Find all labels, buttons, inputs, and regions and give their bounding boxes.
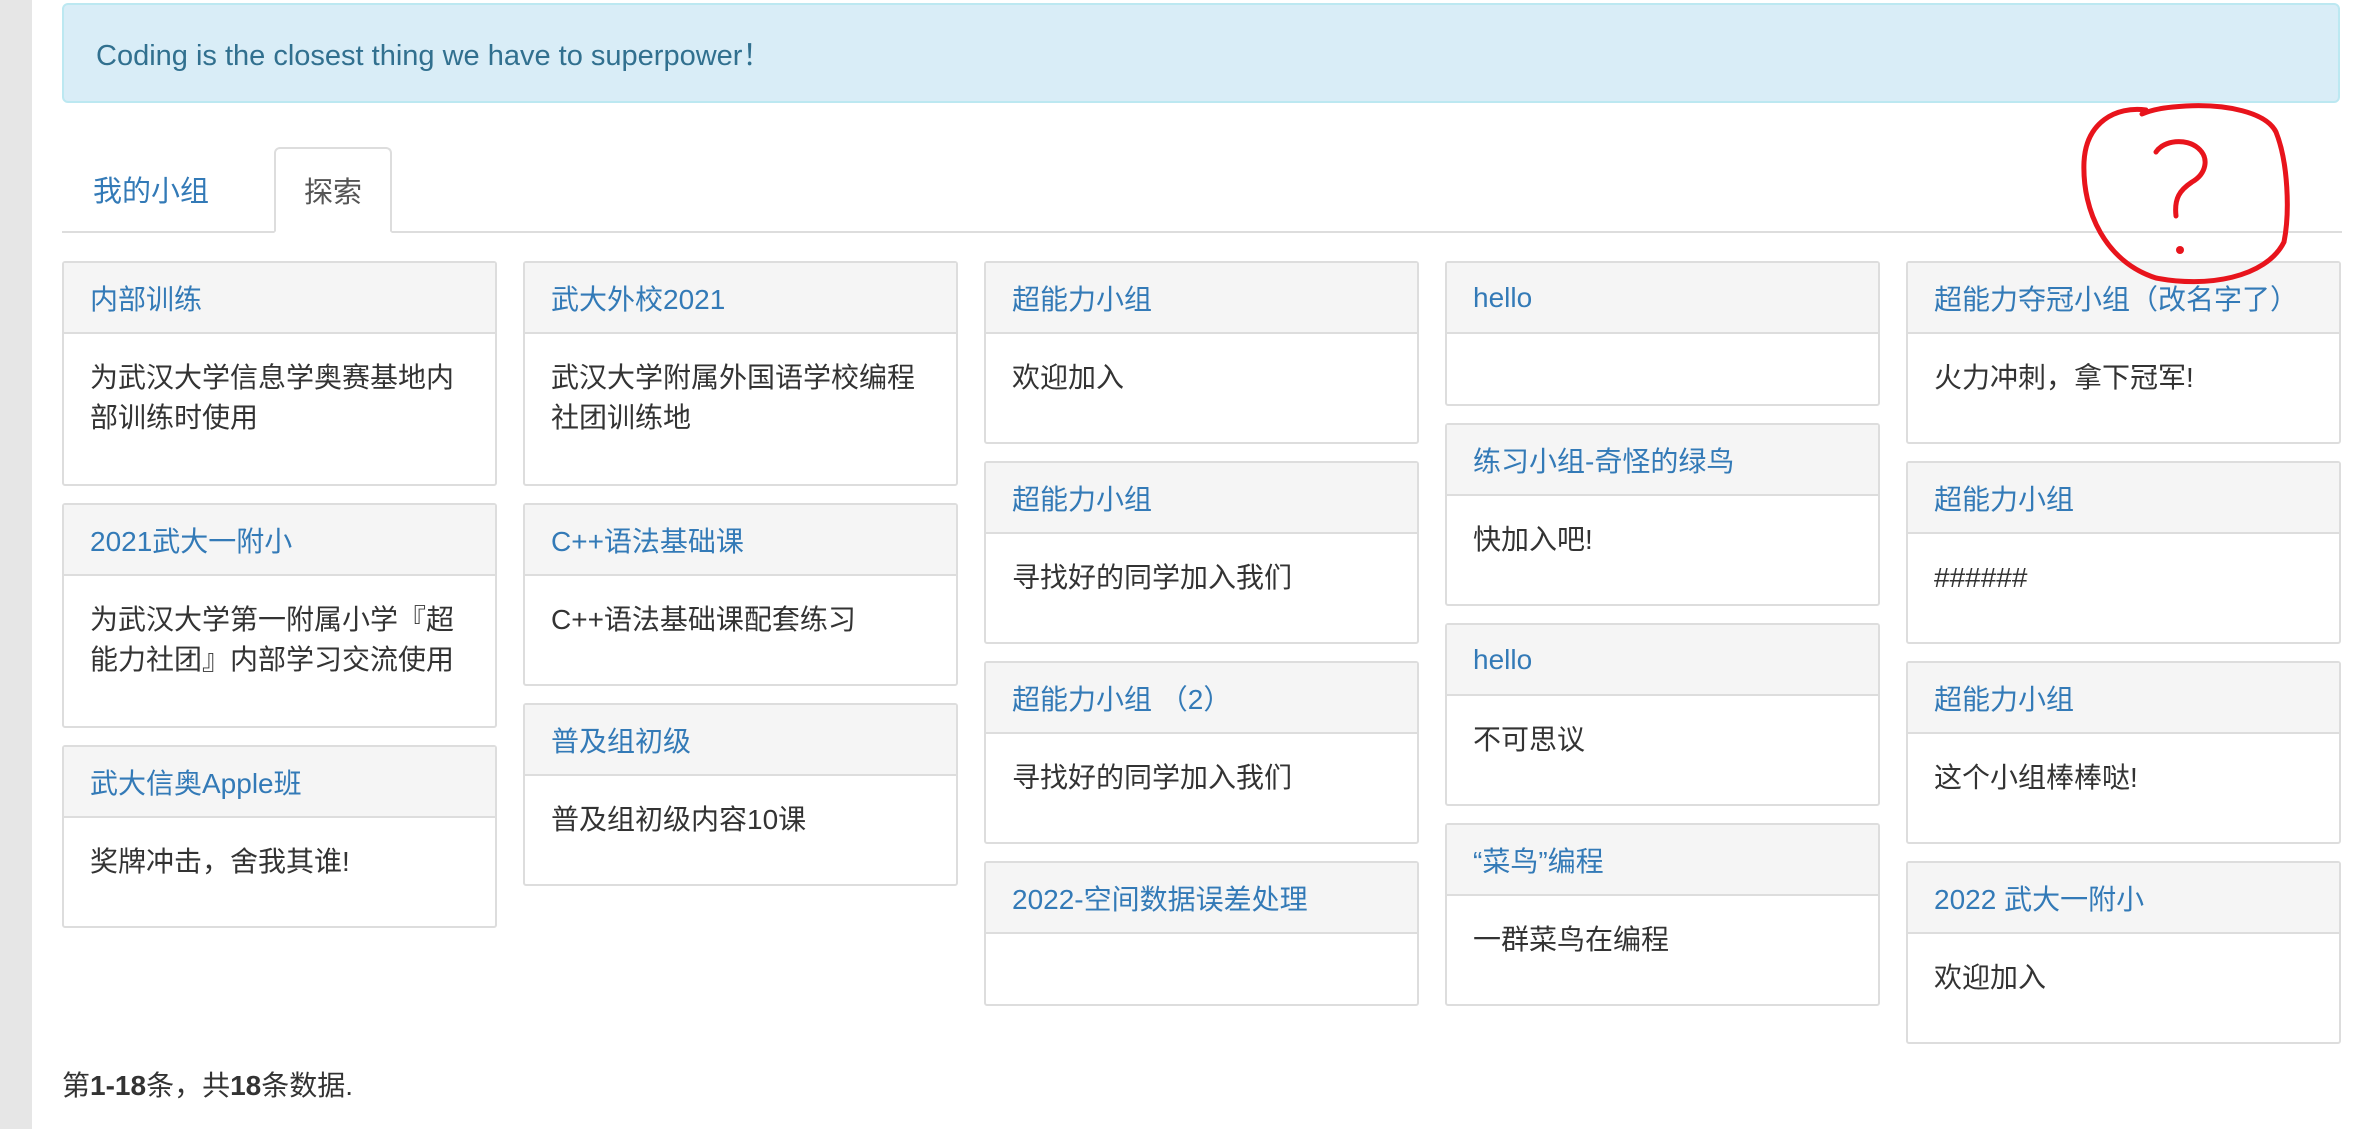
group-card-description: 不可思议	[1473, 724, 1586, 755]
tab-my-groups[interactable]: 我的小组	[62, 147, 240, 231]
group-card: 普及组初级普及组初级内容10课	[523, 703, 958, 886]
group-card-title[interactable]: 练习小组-奇怪的绿鸟	[1447, 425, 1878, 496]
group-card: 超能力小组寻找好的同学加入我们	[984, 461, 1419, 644]
group-card-title[interactable]: hello	[1447, 625, 1878, 696]
group-card-description: 奖牌冲击，舍我其谁!	[90, 846, 350, 877]
group-card: 超能力小组这个小组棒棒哒!	[1906, 661, 2341, 844]
group-card-description: 快加入吧!	[1473, 524, 1593, 555]
group-column: 武大外校2021 武汉大学附属外国语学校编程社团训练地 C++语法基础课 C++语法基…	[523, 261, 958, 903]
group-card-description: 一群菜鸟在编程	[1473, 924, 1670, 955]
group-card-description: 寻找好的同学加入我们	[1012, 562, 1293, 593]
group-card-title[interactable]: 武大信奥Apple班	[64, 747, 495, 818]
group-tabs: 我的小组 探索	[62, 147, 2342, 233]
motto-alert: Coding is the closest thing we have to s…	[62, 3, 2340, 103]
group-column: 内部训练 为武汉大学信息学奥赛基地内部训练时使用 2021武大一附小 为武汉大学第一附…	[62, 261, 497, 945]
group-card: 超能力夺冠小组（改名字了） 火力冲刺，拿下冠军!	[1906, 261, 2341, 444]
group-card-title[interactable]: 武大外校2021	[525, 263, 956, 334]
group-card-title[interactable]: 超能力小组	[986, 263, 1417, 334]
tab-explore[interactable]: 探索	[274, 147, 392, 233]
group-card-description: 欢迎加入	[1934, 962, 2047, 993]
group-card: 内部训练为武汉大学信息学奥赛基地内部训练时使用	[62, 261, 497, 486]
group-column: 超能力小组 欢迎加入 超能力小组 寻找好的同学加入我们 超能力小组 （2） 寻找好的同学加…	[984, 261, 1419, 1023]
group-card-title[interactable]: 超能力小组 （2）	[986, 663, 1417, 734]
group-card-description	[986, 934, 1417, 1004]
group-card-description: 寻找好的同学加入我们	[1012, 762, 1293, 793]
group-card-title[interactable]: 2022-空间数据误差处理	[986, 863, 1417, 934]
group-card-title[interactable]: “菜鸟”编程	[1447, 825, 1878, 896]
group-card-description: 火力冲刺，拿下冠军!	[1934, 362, 2194, 393]
motto-text: Coding is the closest thing we have to s…	[96, 40, 772, 72]
question-mark-scribble-icon	[2081, 103, 2290, 285]
group-card: 2022 武大一附小欢迎加入	[1906, 861, 2341, 1044]
group-card: 超能力小组 （2） 寻找好的同学加入我们	[984, 661, 1419, 844]
group-column: 超能力夺冠小组（改名字了） 火力冲刺，拿下冠军! 超能力小组 ###### 超能力小组这…	[1906, 261, 2341, 1061]
group-card: C++语法基础课 C++语法基础课配套练习	[523, 503, 958, 686]
group-card: 武大外校2021 武汉大学附属外国语学校编程社团训练地	[523, 261, 958, 486]
group-card-title[interactable]: 普及组初级	[525, 705, 956, 776]
group-card-title[interactable]: 超能力小组	[1908, 663, 2339, 734]
group-card-description: 为武汉大学第一附属小学『超能力社团』内部学习交流使用	[90, 604, 455, 675]
group-card-title[interactable]: 超能力小组	[1908, 463, 2339, 534]
group-card-title[interactable]: 2021武大一附小	[64, 505, 495, 576]
group-card: hello 不可思议	[1445, 623, 1880, 806]
group-card-description: 欢迎加入	[1012, 362, 1125, 393]
group-card-description	[1447, 334, 1878, 404]
group-card: 2021武大一附小为武汉大学第一附属小学『超能力社团』内部学习交流使用	[62, 503, 497, 728]
group-card-description: 武汉大学附属外国语学校编程社团训练地	[551, 362, 916, 433]
group-card-title[interactable]: 2022 武大一附小	[1908, 863, 2339, 934]
group-card-description: 普及组初级内容10课	[551, 804, 807, 835]
group-card-description: ######	[1934, 562, 2028, 593]
group-card: 2022-空间数据误差处理	[984, 861, 1419, 1006]
group-column: hello 练习小组-奇怪的绿鸟快加入吧! hello 不可思议 “菜鸟”编程一群菜鸟在…	[1445, 261, 1880, 1023]
group-card: hello	[1445, 261, 1880, 406]
group-card-description: 为武汉大学信息学奥赛基地内部训练时使用	[90, 362, 455, 433]
page: Coding is the closest thing we have to s…	[32, 0, 2376, 1129]
group-card-description: 这个小组棒棒哒!	[1934, 762, 2138, 793]
group-card-description: C++语法基础课配套练习	[551, 604, 856, 635]
group-card-title[interactable]: C++语法基础课	[525, 505, 956, 576]
group-card-title[interactable]: 超能力小组	[986, 463, 1417, 534]
group-card-title[interactable]: 内部训练	[64, 263, 495, 334]
group-card-title[interactable]: hello	[1447, 263, 1878, 334]
group-card: 练习小组-奇怪的绿鸟快加入吧!	[1445, 423, 1880, 606]
group-card: 超能力小组欢迎加入	[984, 261, 1419, 444]
group-card: 武大信奥Apple班奖牌冲击，舍我其谁!	[62, 745, 497, 928]
group-card: “菜鸟”编程一群菜鸟在编程	[1445, 823, 1880, 1006]
group-card: 超能力小组 ######	[1906, 461, 2341, 644]
pagination-summary: 第1-18条，共18条数据.	[62, 1070, 354, 1101]
